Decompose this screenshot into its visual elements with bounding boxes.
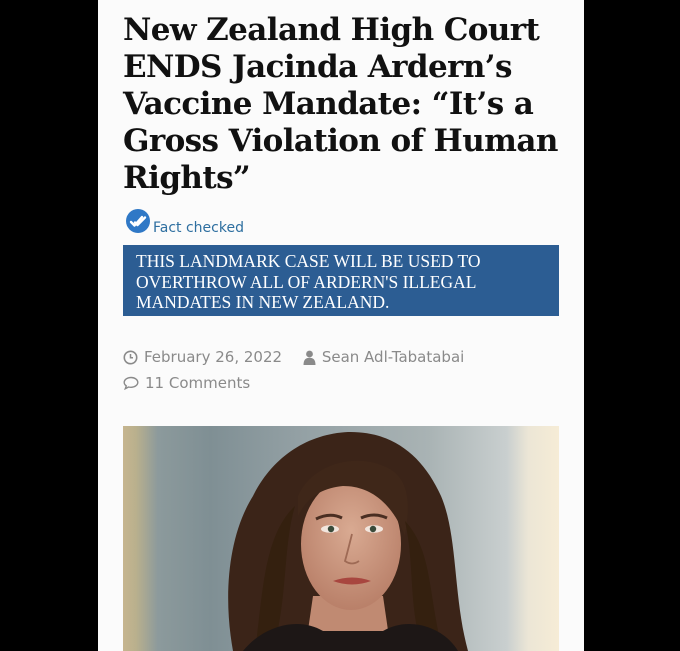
article-page: New Zealand High Court ENDS Jacinda Arde… bbox=[98, 0, 584, 651]
clock-icon bbox=[123, 350, 138, 364]
comments-meta: 11 Comments bbox=[123, 374, 250, 396]
post-author-name[interactable]: Sean Adl-Tabatabai bbox=[322, 348, 464, 366]
article-meta: February 26, 2022 Sean Adl-Tabatabai bbox=[123, 348, 464, 370]
post-date: February 26, 2022 bbox=[123, 348, 282, 366]
speech-bubble-icon bbox=[123, 376, 139, 390]
fact-checked-badge: Fact checked bbox=[124, 208, 324, 238]
article-summary-banner: THIS LANDMARK CASE WILL BE USED TO OVERT… bbox=[123, 245, 559, 316]
fact-checked-label: Fact checked bbox=[153, 220, 244, 236]
comments-link[interactable]: 11 Comments bbox=[123, 374, 250, 392]
user-icon bbox=[303, 350, 316, 365]
comments-count[interactable]: 11 Comments bbox=[145, 374, 250, 392]
article-headline: New Zealand High Court ENDS Jacinda Arde… bbox=[123, 12, 558, 196]
article-featured-image bbox=[123, 426, 559, 651]
portrait-illustration bbox=[228, 431, 468, 651]
checkmark-badge-icon bbox=[124, 208, 152, 236]
post-author: Sean Adl-Tabatabai bbox=[303, 348, 464, 366]
post-date-text[interactable]: February 26, 2022 bbox=[144, 348, 282, 366]
